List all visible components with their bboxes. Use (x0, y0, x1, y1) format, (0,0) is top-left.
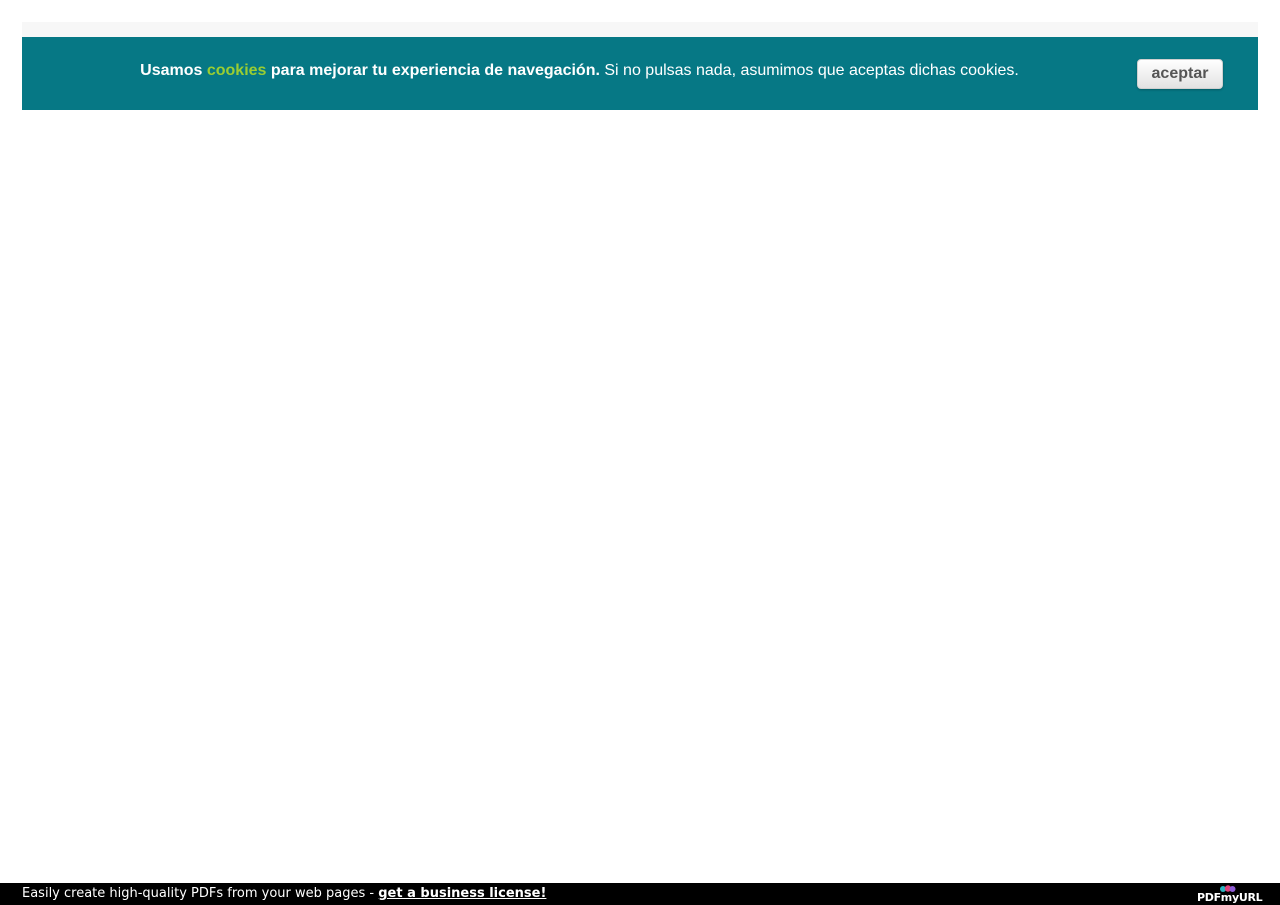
footer-text: Easily create high-quality PDFs from you… (22, 885, 546, 902)
pdfmyurl-logo[interactable]: PDFmyURL (1196, 885, 1263, 905)
cookie-bold-prefix: Usamos (140, 62, 203, 79)
cookie-consent-text: Si no pulsas nada, asumimos que aceptas … (604, 62, 1019, 79)
accept-button[interactable]: aceptar (1137, 59, 1223, 89)
cookie-bold-suffix: para mejorar tu experiencia de navegació… (270, 62, 600, 79)
cookie-banner: Usamos cookies para mejorar tu experienc… (22, 37, 1258, 110)
cookie-message: Usamos cookies para mejorar tu experienc… (22, 61, 1137, 81)
pdfmyurl-logo-text: PDFmyURL (1197, 891, 1263, 904)
cookies-link[interactable]: cookies (207, 62, 267, 79)
business-license-link[interactable]: get a business license! (378, 886, 546, 901)
top-strip (22, 22, 1258, 37)
pdf-footer: Easily create high-quality PDFs from you… (0, 883, 1280, 905)
footer-message: Easily create high-quality PDFs from you… (22, 886, 379, 901)
